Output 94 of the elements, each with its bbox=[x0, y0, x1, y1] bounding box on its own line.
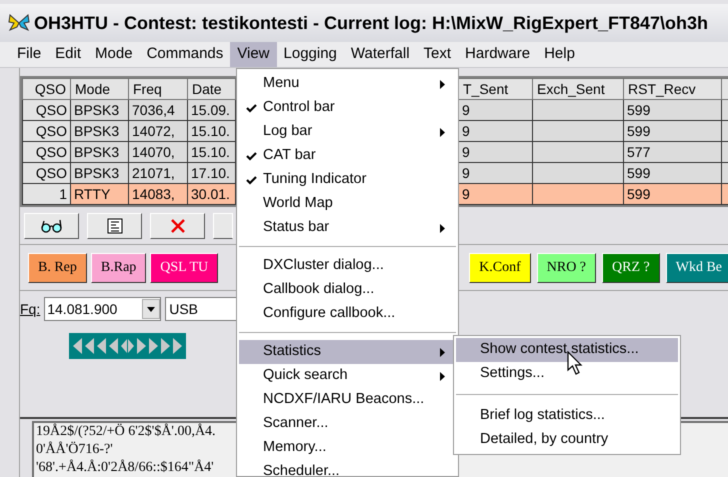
table-cell: 9 bbox=[458, 184, 532, 204]
table-cell: 577 bbox=[624, 142, 722, 162]
checkmark-icon bbox=[246, 104, 256, 112]
menu-item[interactable]: Waterfall bbox=[344, 42, 417, 67]
table-cell: QSO bbox=[22, 120, 70, 142]
menu-item[interactable]: Mode bbox=[88, 42, 140, 67]
table-cell: QSO bbox=[22, 162, 70, 184]
menu-item[interactable]: Brief log statistics... bbox=[456, 404, 678, 428]
menu-item[interactable]: World Map bbox=[239, 192, 454, 216]
menu-item[interactable]: Tuning Indicator bbox=[239, 168, 454, 192]
menu-item[interactable]: Memory... bbox=[239, 436, 454, 460]
table-cell: 1 bbox=[22, 184, 70, 204]
menu-item[interactable]: Hardware bbox=[458, 42, 538, 67]
text-line: '68'.+Å4.Å:0'2Å8/66::$164"Å4' bbox=[36, 459, 214, 477]
macro-button[interactable]: QSL TU bbox=[150, 252, 218, 282]
butterfly-logo-icon bbox=[8, 14, 30, 32]
submenu-arrow-icon bbox=[440, 224, 445, 232]
menu-item[interactable]: DXCluster dialog... bbox=[239, 254, 454, 278]
menu-item[interactable]: View bbox=[230, 42, 277, 67]
menu-item[interactable]: Show contest statistics... bbox=[456, 338, 678, 362]
table-cell: 15.10. bbox=[188, 120, 236, 142]
table-cell: 21071, bbox=[128, 162, 188, 184]
text-line: 0'ÅÅ'Ö716-?' bbox=[36, 441, 113, 459]
macro-button[interactable]: B.Rap bbox=[90, 252, 146, 282]
column-header[interactable]: Freq bbox=[128, 78, 188, 100]
menu-item[interactable]: Scheduler... bbox=[239, 460, 454, 477]
submenu-arrow-icon bbox=[440, 372, 445, 380]
column-header[interactable]: T_Sent bbox=[458, 78, 532, 100]
menu-item[interactable]: Scanner... bbox=[239, 412, 454, 436]
table-cell: 599 bbox=[624, 162, 722, 184]
frequency-combobox[interactable]: 14.081.900 bbox=[44, 297, 162, 321]
table-cell: 599 bbox=[624, 120, 722, 142]
table-cell: 14070, bbox=[128, 142, 188, 162]
frequency-label: Fq: bbox=[20, 300, 40, 319]
column-header[interactable]: Mode bbox=[70, 78, 128, 100]
table-cell: 17.10. bbox=[188, 162, 236, 184]
checkmark-icon bbox=[246, 152, 256, 160]
glasses-icon bbox=[40, 218, 62, 232]
macro-button[interactable]: QRZ ? bbox=[602, 252, 660, 282]
macro-button[interactable]: B. Rep bbox=[28, 252, 87, 282]
submenu-arrow-icon bbox=[440, 80, 445, 88]
menu-item[interactable]: Commands bbox=[140, 42, 230, 67]
menu-item[interactable]: Control bar bbox=[239, 96, 454, 120]
table-cell: 14072, bbox=[128, 120, 188, 142]
column-header[interactable]: Date bbox=[188, 78, 236, 100]
submenu-arrow-icon bbox=[440, 128, 445, 136]
table-cell: 9 bbox=[458, 142, 532, 162]
text-line: 19Å2$/(?52/+Ö 6'2$'$Å'.00,Å4. bbox=[36, 423, 216, 441]
menu-item[interactable]: File bbox=[10, 42, 48, 67]
tuning-arrows[interactable] bbox=[69, 333, 186, 359]
table-cell: 7036,4 bbox=[128, 100, 188, 120]
table-cell: 599 bbox=[624, 100, 722, 120]
close-icon bbox=[170, 218, 186, 234]
table-cell: 9 bbox=[458, 100, 532, 120]
toolbar-button[interactable] bbox=[150, 212, 205, 238]
table-cell: BPSK3 bbox=[70, 120, 128, 142]
menu-item[interactable]: Edit bbox=[48, 42, 88, 67]
menu-item[interactable]: Menu bbox=[239, 72, 454, 96]
menu-item[interactable]: NCDXF/IARU Beacons... bbox=[239, 388, 454, 412]
menu-item[interactable]: Statistics bbox=[239, 340, 454, 364]
table-cell: 14083, bbox=[128, 184, 188, 204]
table-cell: 599 bbox=[624, 184, 722, 204]
table-cell: 15.10. bbox=[188, 142, 236, 162]
table-cell: BPSK3 bbox=[70, 162, 128, 184]
menu-item[interactable]: Quick search bbox=[239, 364, 454, 388]
macro-button[interactable]: NRO ? bbox=[536, 252, 596, 282]
table-cell: BPSK3 bbox=[70, 100, 128, 120]
column-header[interactable]: RST_Recv bbox=[624, 78, 722, 100]
table-cell: RTTY bbox=[70, 184, 128, 204]
menu-item[interactable]: CAT bar bbox=[239, 144, 454, 168]
form-icon bbox=[106, 218, 122, 234]
menu-item[interactable]: Text bbox=[416, 42, 458, 67]
window-title: OH3HTU - Contest: testikontesti - Current log: H:\MixW_RigExpert_FT847\oh3h bbox=[34, 12, 708, 35]
toolbar-button[interactable] bbox=[87, 212, 142, 238]
macro-button[interactable]: K.Conf bbox=[469, 252, 531, 282]
menu-item[interactable]: Help bbox=[537, 42, 582, 67]
table-cell: 9 bbox=[458, 120, 532, 142]
table-cell: QSO bbox=[22, 142, 70, 162]
menu-item[interactable]: Status bar bbox=[239, 216, 454, 240]
table-cell: 9 bbox=[458, 162, 532, 184]
menu-item[interactable]: Log bar bbox=[239, 120, 454, 144]
submenu-arrow-icon bbox=[440, 348, 445, 356]
checkmark-icon bbox=[246, 176, 256, 184]
table-cell: QSO bbox=[22, 100, 70, 120]
column-header[interactable]: QSO bbox=[22, 78, 70, 100]
menu-item[interactable]: Logging bbox=[276, 42, 344, 67]
toolbar-button[interactable] bbox=[24, 212, 79, 238]
table-cell: 30.01. bbox=[188, 184, 236, 204]
menu-item[interactable]: Detailed, by country bbox=[456, 428, 678, 452]
menu-item[interactable]: Settings... bbox=[456, 362, 678, 386]
table-cell: 15.09. bbox=[188, 100, 236, 120]
macro-button[interactable]: Wkd Be bbox=[666, 252, 728, 282]
column-header[interactable]: Exch_Sent bbox=[532, 78, 624, 100]
table-cell: BPSK3 bbox=[70, 142, 128, 162]
